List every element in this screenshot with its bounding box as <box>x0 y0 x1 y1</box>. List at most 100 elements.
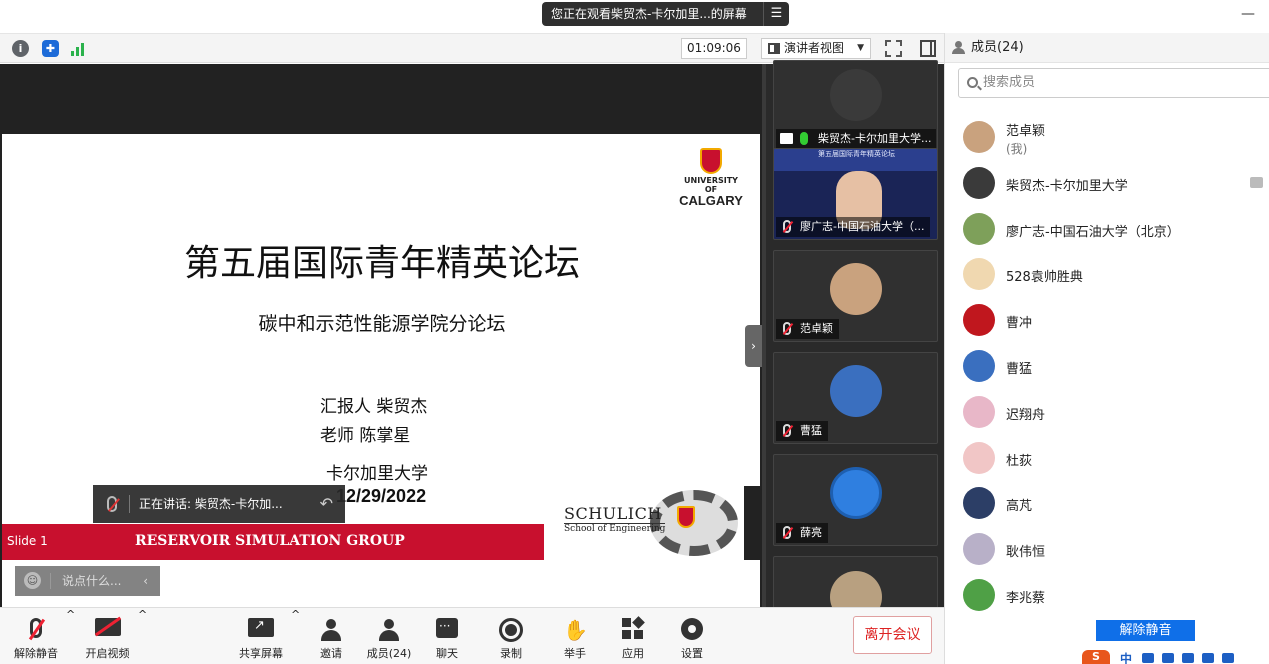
avatar <box>963 533 995 566</box>
chevron-down-icon: ▼ <box>857 43 864 53</box>
minimize-button[interactable]: — <box>1241 6 1255 22</box>
input-method-tray[interactable]: S 中 <box>1082 650 1269 664</box>
participant-label: 柴贸杰-卡尔加里大学... <box>776 129 936 149</box>
signal-strength-icon[interactable] <box>70 40 87 57</box>
avatar <box>963 487 995 520</box>
member-name: 柴贸杰-卡尔加里大学 <box>1006 178 1128 194</box>
avatar <box>963 304 995 337</box>
raise-hand-button[interactable]: ✋ 举手 <box>558 608 592 664</box>
speaker-view-icon <box>768 43 780 54</box>
ime-logo-icon[interactable]: S <box>1082 650 1110 664</box>
leave-meeting-button[interactable]: 离开会议 <box>853 616 932 654</box>
muted-mic-icon <box>107 496 117 512</box>
apps-grid-icon <box>622 616 645 640</box>
schulich-subtitle: School of Engineering <box>564 523 666 534</box>
logo-calgary-text: CALGARY <box>679 193 743 208</box>
fullscreen-icon[interactable] <box>885 40 902 57</box>
members-button[interactable]: 成员(24) <box>362 608 416 664</box>
unmute-mic-button[interactable]: 解除静音 <box>10 608 62 664</box>
calgary-crest-icon <box>700 148 722 174</box>
chat-icon <box>436 618 458 638</box>
participant-tile[interactable]: 范卓颖 <box>773 250 938 342</box>
participant-name: 柴贸杰-卡尔加里大学... <box>818 132 932 145</box>
person-icon <box>952 41 965 54</box>
members-label: 成员(24) <box>366 647 412 660</box>
member-row[interactable]: 廖广志-中国石油大学（北京） <box>963 209 1263 249</box>
invite-button[interactable]: 邀请 <box>312 608 350 664</box>
participant-tile[interactable]: 第五届国际青年精英论坛 廖广志-中国石油大学（... <box>773 148 938 240</box>
start-video-button[interactable]: 开启视频 <box>80 608 135 664</box>
view-mode-label: 演讲者视图 <box>784 41 845 55</box>
record-button[interactable]: 录制 <box>494 608 528 664</box>
member-row[interactable]: 曹冲 <box>963 300 1263 340</box>
divider <box>50 573 51 589</box>
unmute-button[interactable]: 解除静音 <box>1096 620 1195 641</box>
schulich-logo: SCHULICH School of Engineering <box>564 504 666 534</box>
share-options-caret[interactable]: ^ <box>291 608 300 664</box>
apps-button[interactable]: 应用 <box>616 608 650 664</box>
university-of-calgary-logo: UNIVERSITY OF CALGARY <box>678 148 744 207</box>
view-mode-dropdown[interactable]: 演讲者视图 ▼ <box>761 38 871 59</box>
quick-chat-input[interactable]: ☺ 说点什么... ‹ <box>15 566 160 596</box>
participant-tile[interactable]: 柴贸杰-卡尔加里大学... <box>773 60 938 152</box>
list-menu-icon[interactable]: ☰ <box>763 2 789 26</box>
mic-active-icon <box>800 132 808 145</box>
logo-university-text: UNIVERSITY OF <box>684 176 738 194</box>
member-row[interactable]: 耿伟恒 <box>963 529 1263 569</box>
avatar <box>963 212 995 245</box>
emoji-icon[interactable]: ☺ <box>24 572 41 589</box>
slide-advisor: 老师 陈掌星 <box>320 426 411 446</box>
screen-share-icon <box>1250 176 1263 188</box>
presentation-slide: UNIVERSITY OF CALGARY 第五届国际青年精英论坛 碳中和示范性… <box>2 134 760 624</box>
info-icon[interactable]: i <box>12 40 29 57</box>
slide-presenter: 汇报人 柴贸杰 <box>320 397 428 417</box>
ime-tools-icons[interactable] <box>1142 652 1262 663</box>
member-row[interactable]: 曹猛 <box>963 346 1263 386</box>
member-name: 曹冲 <box>1006 316 1033 332</box>
muted-mic-icon <box>783 220 791 233</box>
chat-button[interactable]: 聊天 <box>430 608 464 664</box>
share-screen-icon <box>248 618 274 637</box>
chevron-left-icon[interactable]: ‹ <box>143 566 148 596</box>
member-name: 范卓颖 <box>1006 124 1046 139</box>
video-options-caret[interactable]: ^ <box>138 608 147 664</box>
slide-subtitle: 碳中和示范性能源学院分论坛 <box>258 313 506 335</box>
shield-icon[interactable]: ✚ <box>42 40 59 57</box>
reply-icon[interactable]: ↶ <box>320 485 333 523</box>
participant-label: 范卓颖 <box>776 319 839 339</box>
member-name: 528袁帅胜典 <box>1006 270 1083 286</box>
avatar <box>963 350 995 382</box>
settings-button[interactable]: 设置 <box>675 608 709 664</box>
record-label: 录制 <box>500 647 522 660</box>
member-row[interactable]: 杜荻 <box>963 438 1263 478</box>
participant-tile[interactable]: 薛亮 <box>773 454 938 546</box>
member-name: 杜荻 <box>1006 453 1033 469</box>
ime-language-indicator[interactable]: 中 <box>1120 650 1132 664</box>
member-search-input[interactable]: 搜索成员 <box>958 68 1269 98</box>
gallery-collapse-button[interactable]: › <box>745 325 762 367</box>
research-group-name: RESERVOIR SIMULATION GROUP <box>135 533 405 549</box>
meeting-timer: 01:09:06 <box>681 38 747 59</box>
member-search-placeholder: 搜索成员 <box>983 75 1036 90</box>
member-row[interactable]: 迟翔舟 <box>963 392 1263 432</box>
tile-virtual-background-text: 第五届国际青年精英论坛 <box>774 149 937 171</box>
start-video-label: 开启视频 <box>85 647 130 660</box>
search-icon <box>967 77 978 88</box>
member-name: 廖广志-中国石油大学（北京） <box>1006 224 1180 240</box>
member-row[interactable]: 李兆蔡 <box>963 575 1263 615</box>
audio-options-caret[interactable]: ^ <box>66 608 75 664</box>
participant-gallery[interactable]: 柴贸杰-卡尔加里大学... 第五届国际青年精英论坛 廖广志-中国石油大学（...… <box>762 60 944 648</box>
share-screen-button[interactable]: 共享屏幕 <box>236 608 286 664</box>
member-row[interactable]: 柴贸杰-卡尔加里大学 <box>963 163 1263 203</box>
member-row[interactable]: 范卓颖 (我) <box>963 117 1263 157</box>
side-panel-toggle-icon[interactable] <box>920 40 936 57</box>
gear-icon <box>681 618 703 640</box>
member-name: 李兆蔡 <box>1006 591 1046 606</box>
participant-tile[interactable]: 曹猛 <box>773 352 938 444</box>
calgary-crest-small-icon <box>677 506 695 528</box>
screen-share-banner[interactable]: 您正在观看柴贸杰-卡尔加里...的屏幕 ☰ <box>542 2 789 26</box>
settings-label: 设置 <box>681 647 703 660</box>
member-row[interactable]: 高芃 <box>963 483 1263 523</box>
participant-name: 范卓颖 <box>800 322 833 335</box>
member-row[interactable]: 528袁帅胜典 <box>963 254 1263 294</box>
